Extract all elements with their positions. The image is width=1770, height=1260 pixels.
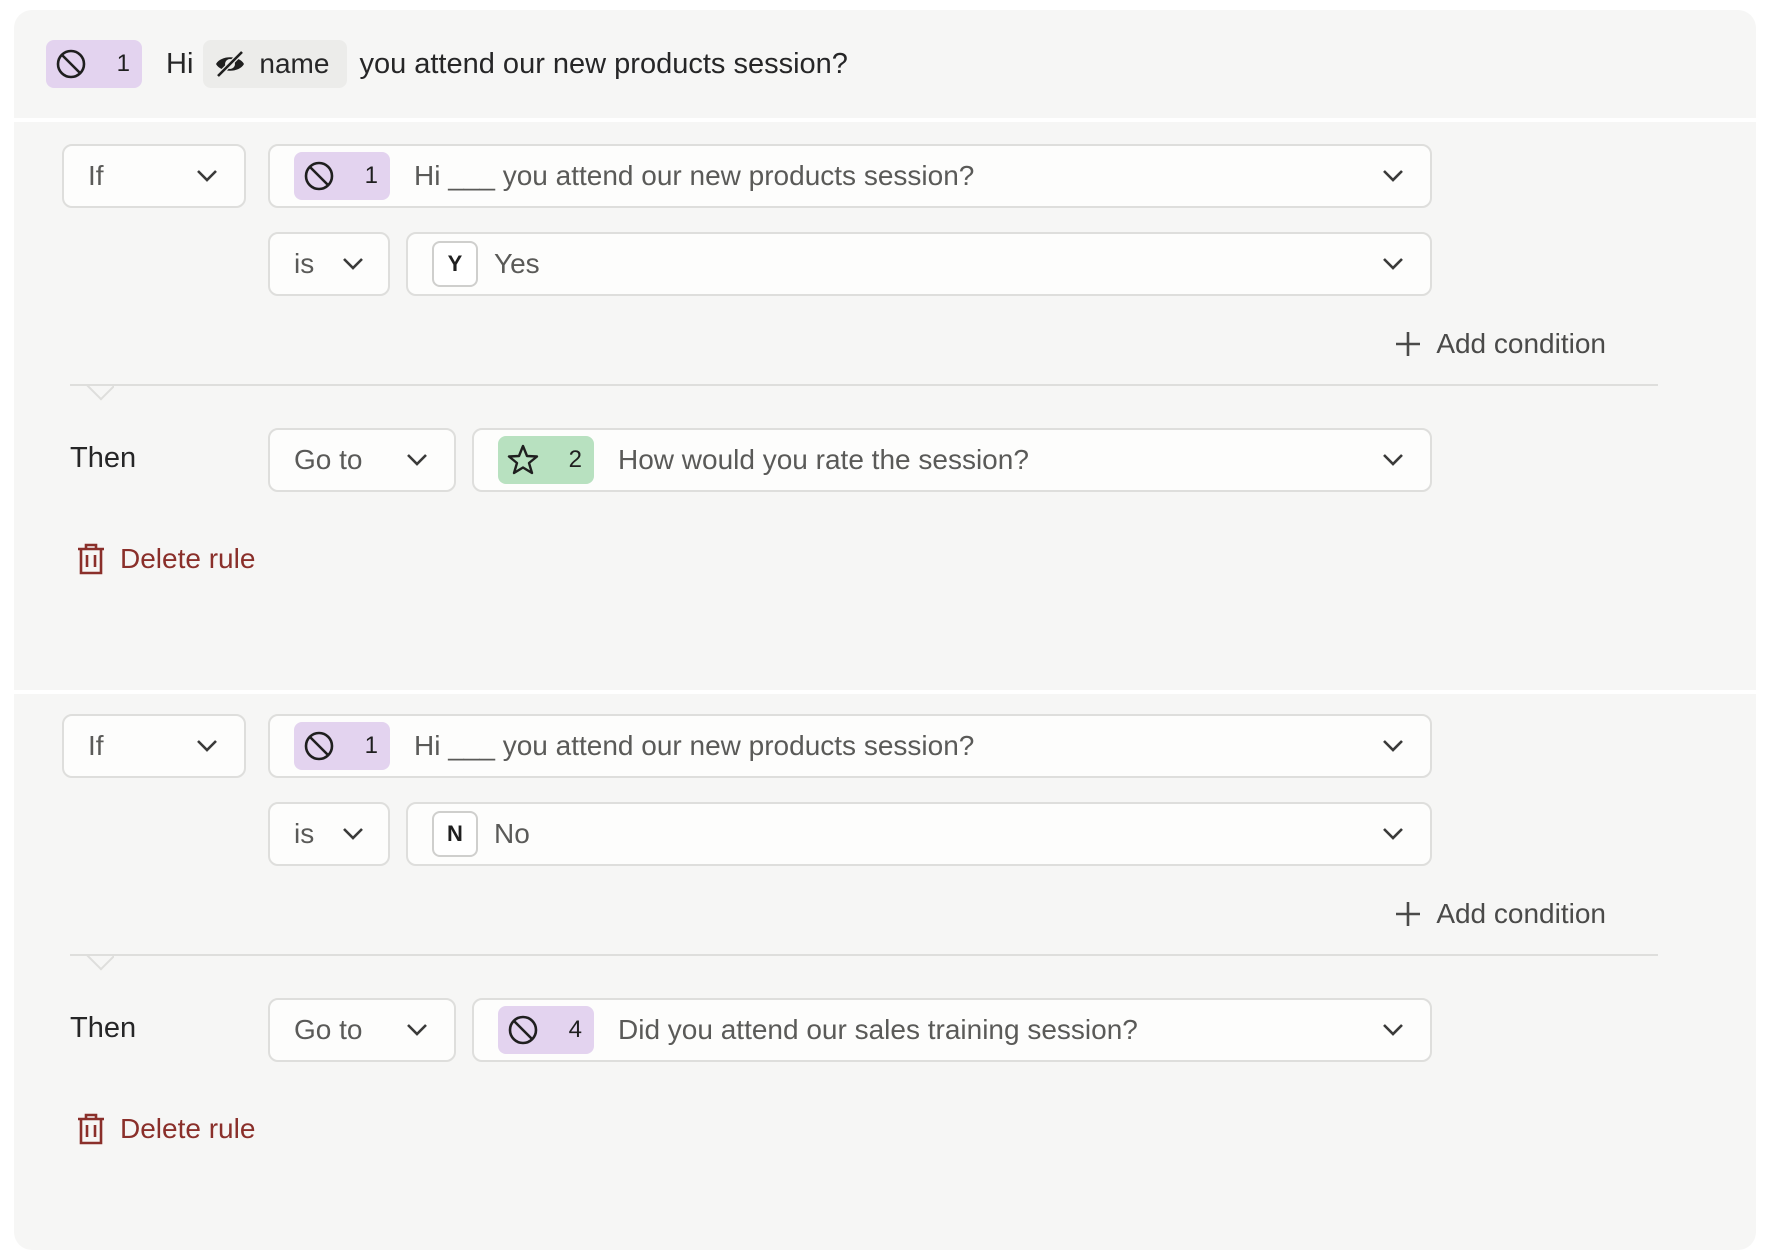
question-select[interactable]: 1 Hi ___ you attend our new products ses… (268, 144, 1432, 208)
then-label: Then (70, 442, 137, 474)
logic-panel: 1 Hi name you attend our new products se… (14, 10, 1756, 1250)
target-text: Did you attend our sales training sessio… (618, 1014, 1138, 1045)
action-label: Go to (294, 444, 363, 475)
chevron-down-icon (197, 170, 217, 182)
target-question-select[interactable]: 4 Did you attend our sales training sess… (472, 998, 1432, 1062)
if-select[interactable]: If (62, 714, 246, 778)
recall-variable-pill[interactable]: name (203, 40, 348, 88)
question-text-rest: you attend our new products session? (359, 47, 848, 80)
rule-divider (70, 954, 1658, 956)
action-select[interactable]: Go to (268, 998, 456, 1062)
chevron-down-icon (1383, 828, 1403, 840)
chevron-down-icon (1383, 454, 1403, 466)
yes-no-icon (56, 49, 86, 79)
target-number: 2 (568, 446, 582, 473)
question-number: 1 (364, 732, 378, 759)
chevron-down-icon (407, 454, 427, 466)
question-text-start: Hi (166, 47, 194, 80)
rule-divider (70, 384, 1658, 386)
add-condition-button[interactable]: Add condition (1394, 898, 1606, 930)
question-select-text: Hi ___ you attend our new products sessi… (414, 730, 975, 761)
trash-icon (78, 1113, 104, 1145)
question-badge: 1 (294, 152, 390, 200)
chevron-down-icon (1383, 258, 1403, 270)
answer-text: Yes (494, 248, 540, 279)
star-icon (507, 444, 539, 475)
chevron-down-icon (1383, 740, 1403, 752)
divider-notch (86, 386, 114, 402)
operator-label: is (294, 818, 315, 849)
chevron-down-icon (343, 828, 363, 840)
action-label: Go to (294, 1014, 363, 1045)
delete-rule-button[interactable]: Delete rule (76, 542, 255, 576)
target-question-select[interactable]: 2 How would you rate the session? (472, 428, 1432, 492)
add-condition-label: Add condition (1436, 898, 1606, 929)
operator-select[interactable]: is (268, 232, 390, 296)
delete-rule-label: Delete rule (120, 543, 256, 574)
plus-icon (1396, 332, 1421, 356)
add-condition-button[interactable]: Add condition (1394, 328, 1606, 360)
target-badge: 2 (498, 436, 594, 484)
answer-select[interactable]: Y Yes (406, 232, 1432, 296)
answer-key: N (432, 811, 478, 857)
target-text: How would you rate the session? (618, 444, 1029, 475)
operator-select[interactable]: is (268, 802, 390, 866)
yes-no-icon (508, 1015, 538, 1045)
answer-text: No (494, 818, 530, 849)
question-badge: 1 (294, 722, 390, 770)
operator-label: is (294, 248, 315, 279)
then-label: Then (70, 1012, 137, 1044)
question-select-text: Hi ___ you attend our new products sessi… (414, 160, 975, 191)
target-number: 4 (568, 1016, 582, 1043)
chevron-down-icon (343, 258, 363, 270)
chevron-down-icon (1383, 170, 1403, 182)
eye-off-icon (216, 50, 245, 78)
if-label: If (88, 160, 104, 191)
answer-key: Y (432, 241, 478, 287)
question-number: 1 (116, 50, 130, 77)
yes-no-icon (304, 161, 334, 191)
if-label: If (88, 730, 104, 761)
delete-rule-button[interactable]: Delete rule (76, 1112, 255, 1146)
question-number: 1 (364, 162, 378, 189)
logic-rule: If 1 Hi ___ you attend our new products … (14, 124, 1756, 690)
action-select[interactable]: Go to (268, 428, 456, 492)
logic-rule: If 1 Hi ___ you attend our new products … (14, 694, 1756, 1250)
add-condition-label: Add condition (1436, 328, 1606, 359)
plus-icon (1396, 902, 1421, 926)
if-select[interactable]: If (62, 144, 246, 208)
chevron-down-icon (407, 1024, 427, 1036)
variable-label: name (259, 48, 330, 79)
target-badge: 4 (498, 1006, 594, 1054)
chevron-down-icon (197, 740, 217, 752)
delete-rule-label: Delete rule (120, 1113, 256, 1144)
yes-no-icon (304, 731, 334, 761)
chevron-down-icon (1383, 1024, 1403, 1036)
question-header: 1 Hi name you attend our new products se… (14, 10, 1756, 122)
question-badge: 1 (46, 40, 142, 88)
answer-select[interactable]: N No (406, 802, 1432, 866)
question-select[interactable]: 1 Hi ___ you attend our new products ses… (268, 714, 1432, 778)
trash-icon (78, 543, 104, 575)
divider-notch (86, 956, 114, 972)
